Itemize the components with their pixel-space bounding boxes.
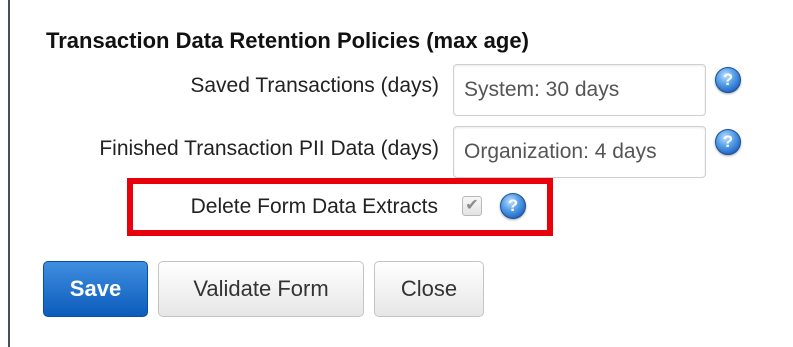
save-button[interactable]: Save [43, 261, 148, 317]
question-mark-icon[interactable]: ? [500, 193, 526, 219]
delete-extracts-checkbox[interactable]: ✔ [462, 196, 482, 216]
finished-pii-label: Finished Transaction PII Data (days) [99, 137, 439, 160]
saved-transactions-input[interactable] [453, 64, 706, 116]
finished-pii-input[interactable] [453, 126, 706, 178]
delete-extracts-label: Delete Form Data Extracts [190, 195, 438, 218]
saved-transactions-label: Saved Transactions (days) [190, 74, 439, 97]
validate-form-button[interactable]: Validate Form [158, 261, 364, 317]
form-page: Transaction Data Retention Policies (max… [0, 0, 793, 347]
section-title: Transaction Data Retention Policies (max… [46, 28, 529, 53]
question-mark-icon[interactable]: ? [715, 129, 741, 155]
question-mark-icon[interactable]: ? [715, 67, 741, 93]
close-button[interactable]: Close [374, 261, 484, 317]
left-border-line [8, 0, 10, 347]
